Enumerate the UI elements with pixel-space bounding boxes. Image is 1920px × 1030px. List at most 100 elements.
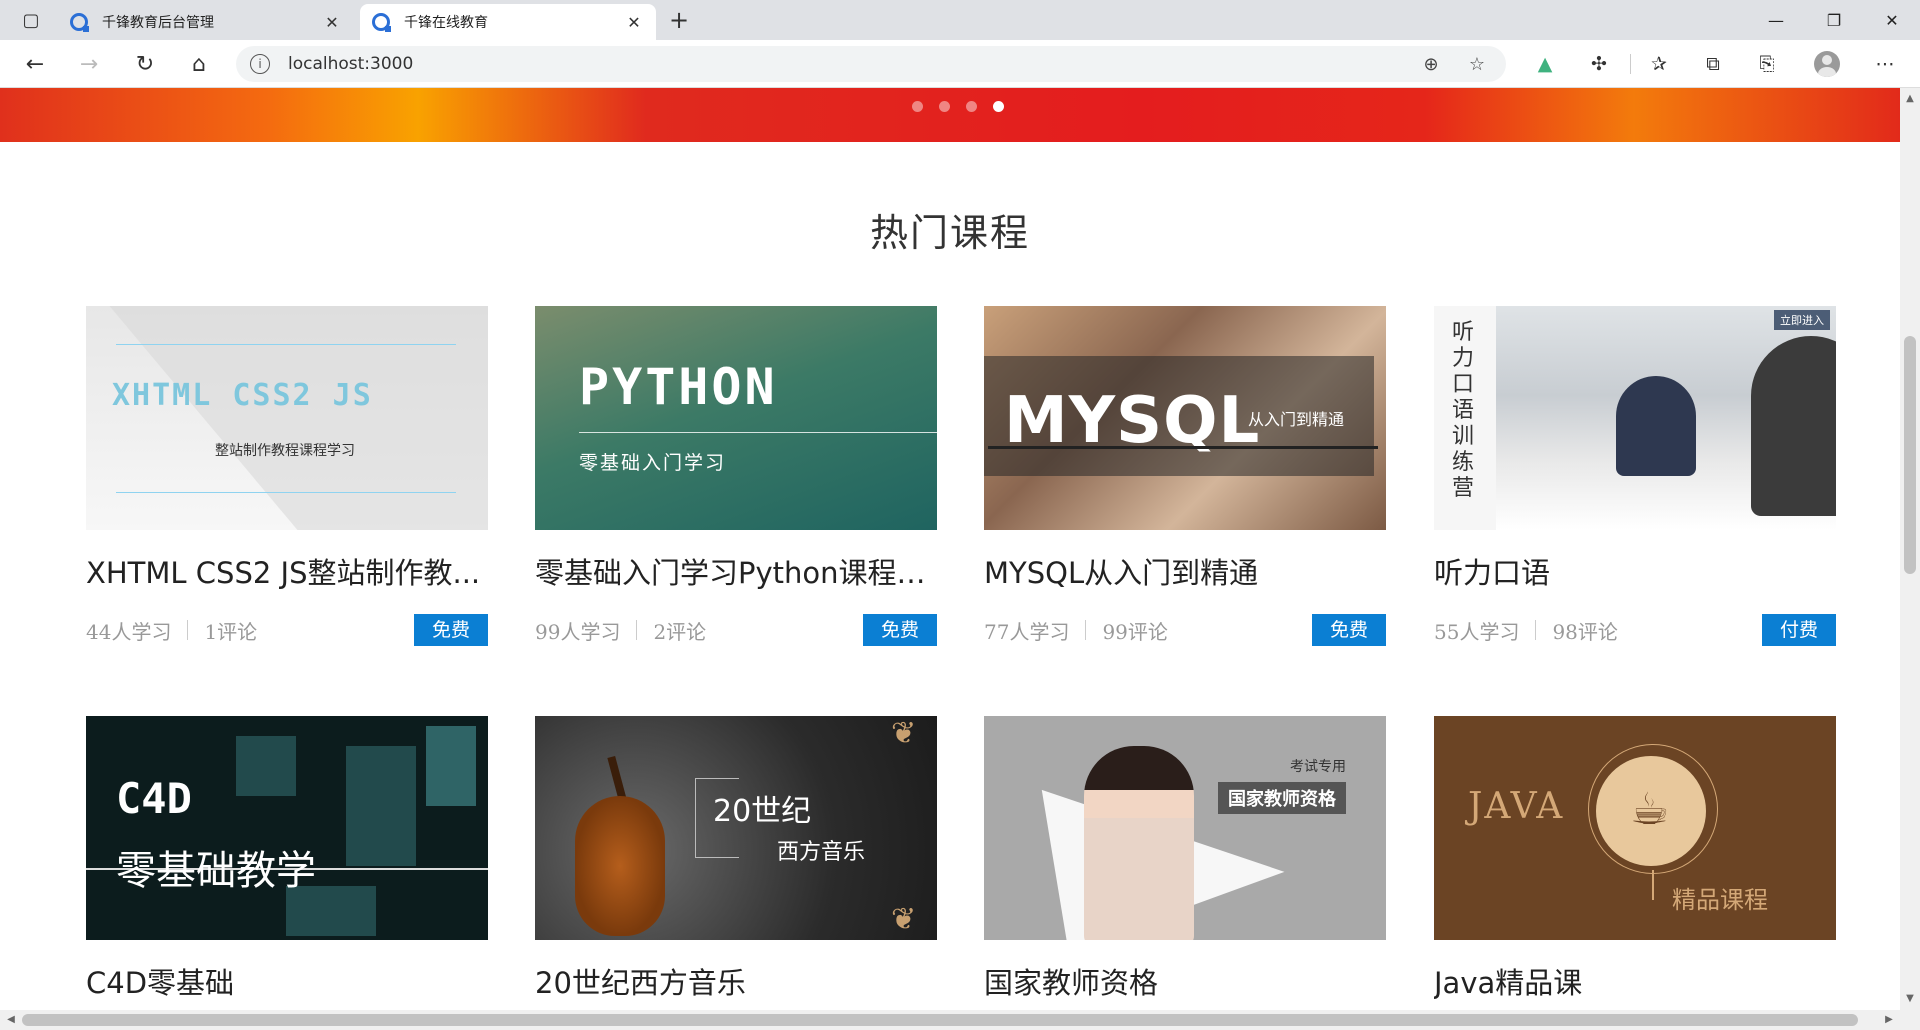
course-cover[interactable]: MYSQL 从入门到精通 [984, 306, 1386, 530]
price-badge: 免费 [863, 614, 937, 646]
course-title[interactable]: 听力口语 [1434, 550, 1836, 592]
page-viewport: 热门课程 XHTML CSS2 JS 整站制作教程课程学习 XHTML CSS2… [0, 88, 1900, 1010]
info-icon[interactable]: i [250, 54, 270, 74]
collections-icon[interactable]: ⧉ [1696, 50, 1730, 78]
cover-subtitle: 西方音乐 [777, 840, 866, 865]
puzzle-icon[interactable]: ✣ [1582, 50, 1616, 78]
course-meta: 44人学习 1评论 免费 [86, 614, 488, 646]
course-card[interactable]: 考试专用 国家教师资格 国家教师资格 [984, 716, 1386, 1002]
course-card[interactable]: PYTHON 零基础入门学习 零基础入门学习Python课程学习 99人学习 2… [535, 306, 937, 646]
cover-subtitle: 立即进入 [1774, 310, 1830, 330]
course-title[interactable]: 国家教师资格 [984, 960, 1386, 1002]
section-title: 热门课程 [869, 211, 1030, 255]
price-badge: 免费 [1312, 614, 1386, 646]
course-title[interactable]: MYSQL从入门到精通 [984, 550, 1386, 592]
minimize-icon[interactable]: — [1748, 0, 1804, 40]
divider [1535, 620, 1537, 640]
tab-title: 千锋在线教育 [404, 15, 488, 31]
cover-title: C4D [116, 774, 192, 823]
more-icon[interactable]: ⋯ [1868, 50, 1902, 78]
cover-subtitle: 零基础入门学习 [579, 452, 727, 474]
carousel-dots [912, 101, 1004, 112]
tab-title: 千锋教育后台管理 [102, 15, 214, 31]
home-icon[interactable]: ⌂ [182, 48, 216, 80]
course-cover[interactable]: 听力口语训练营 立即进入 [1434, 306, 1836, 530]
course-title[interactable]: 20世纪西方音乐 [535, 960, 937, 1002]
course-title[interactable]: Java精品课 [1434, 960, 1836, 1002]
scroll-left-icon[interactable]: ◀ [2, 1010, 20, 1030]
course-meta: 77人学习 99评论 免费 [984, 614, 1386, 646]
toolbar-divider [1630, 54, 1631, 74]
vertical-scrollbar[interactable]: ▲ ▼ [1900, 88, 1920, 1010]
close-icon[interactable]: ✕ [624, 13, 644, 32]
tab-admin[interactable]: 千锋教育后台管理 ✕ [58, 4, 354, 40]
zoom-icon[interactable]: ⊕ [1416, 54, 1446, 75]
learner-count: 77人学习 [984, 619, 1070, 644]
cover-subtitle: 精品课程 [1672, 886, 1768, 914]
carousel-dot[interactable] [912, 101, 923, 112]
site-favicon-icon [372, 13, 391, 32]
carousel-dot[interactable] [939, 101, 950, 112]
cover-subtitle: 零基础教学 [116, 848, 316, 894]
tab-online-education[interactable]: 千锋在线教育 ✕ [360, 4, 656, 40]
course-cover[interactable]: XHTML CSS2 JS 整站制作教程课程学习 [86, 306, 488, 530]
scroll-thumb[interactable] [22, 1014, 1858, 1026]
learner-count: 44人学习 [86, 619, 172, 644]
comment-count: 99评论 [1102, 619, 1168, 644]
course-cover[interactable]: JAVA ☕ 精品课程 [1434, 716, 1836, 940]
scroll-down-icon[interactable]: ▼ [1900, 990, 1920, 1008]
course-card[interactable]: XHTML CSS2 JS 整站制作教程课程学习 XHTML CSS2 JS整站… [86, 306, 488, 646]
site-favicon-icon [70, 13, 89, 32]
tab-actions-icon[interactable]: ▢ [14, 8, 48, 32]
forward-arrow-icon[interactable]: → [72, 48, 106, 80]
maximize-icon[interactable]: ❐ [1806, 0, 1862, 40]
course-card[interactable]: 听力口语训练营 立即进入 听力口语 55人学习 98评论 付费 [1434, 306, 1836, 646]
course-title[interactable]: XHTML CSS2 JS整站制作教... [86, 550, 488, 592]
add-favorite-icon[interactable]: ☆ [1462, 54, 1492, 75]
course-meta: 99人学习 2评论 免费 [535, 614, 937, 646]
ornament-icon: ❦ [891, 716, 917, 751]
course-card[interactable]: JAVA ☕ 精品课程 Java精品课 [1434, 716, 1836, 1002]
cover-subtitle: 整站制作教程课程学习 [215, 443, 355, 459]
course-card[interactable]: 20世纪 西方音乐 ❦ ❦ 20世纪西方音乐 [535, 716, 937, 1002]
address-bar[interactable]: i localhost:3000 ⊕ ☆ [236, 46, 1506, 82]
divider [636, 620, 638, 640]
carousel-dot-active[interactable] [993, 101, 1004, 112]
course-card[interactable]: C4D 零基础教学 C4D零基础 [86, 716, 488, 1002]
cover-title: 国家教师资格 [1218, 782, 1346, 814]
cover-subtitle: 考试专用 [1290, 759, 1346, 775]
carousel-dot[interactable] [966, 101, 977, 112]
horizontal-scrollbar[interactable]: ◀ ▶ [0, 1010, 1900, 1030]
cover-title: XHTML CSS2 JS [112, 378, 373, 413]
cover-title: 听力口语训练营 [1452, 320, 1475, 501]
course-cover[interactable]: C4D 零基础教学 [86, 716, 488, 940]
course-cover[interactable]: PYTHON 零基础入门学习 [535, 306, 937, 530]
divider [187, 620, 189, 640]
course-title[interactable]: 零基础入门学习Python课程学习 [535, 550, 937, 592]
screenshot-icon[interactable]: ⎘ [1750, 50, 1784, 78]
hero-banner[interactable] [0, 88, 1900, 142]
course-meta: 55人学习 98评论 付费 [1434, 614, 1836, 646]
url-text[interactable]: localhost:3000 [288, 54, 1400, 74]
scroll-up-icon[interactable]: ▲ [1900, 90, 1920, 108]
cover-title: 20世纪 [713, 794, 812, 829]
scrollbar-corner [1900, 1010, 1920, 1030]
ornament-icon: ❦ [891, 902, 917, 937]
back-arrow-icon[interactable]: ← [18, 48, 52, 80]
profile-avatar-icon[interactable] [1810, 50, 1844, 78]
vue-icon[interactable]: ▲ [1528, 50, 1562, 78]
course-title[interactable]: C4D零基础 [86, 960, 488, 1002]
course-cover[interactable]: 20世纪 西方音乐 ❦ ❦ [535, 716, 937, 940]
plus-icon[interactable]: + [662, 6, 696, 36]
scroll-thumb[interactable] [1904, 336, 1916, 574]
comment-count: 2评论 [653, 619, 707, 644]
course-cover[interactable]: 考试专用 国家教师资格 [984, 716, 1386, 940]
learner-count: 99人学习 [535, 619, 621, 644]
window-close-icon[interactable]: ✕ [1864, 0, 1920, 40]
close-icon[interactable]: ✕ [322, 13, 342, 32]
favorites-icon[interactable]: ✰ [1642, 50, 1676, 78]
course-card[interactable]: MYSQL 从入门到精通 MYSQL从入门到精通 77人学习 99评论 免费 [984, 306, 1386, 646]
browser-toolbar: ← → ↻ ⌂ i localhost:3000 ⊕ ☆ ▲ ✣ ✰ ⧉ ⎘ ⋯ [0, 40, 1920, 88]
scroll-right-icon[interactable]: ▶ [1880, 1010, 1898, 1030]
reload-icon[interactable]: ↻ [128, 48, 162, 80]
